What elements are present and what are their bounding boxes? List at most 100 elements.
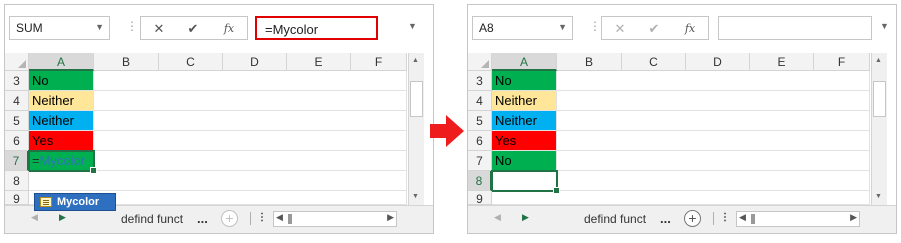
scrollbar-thumb[interactable] (410, 81, 423, 117)
column-header-a[interactable]: A (29, 53, 94, 71)
row-header[interactable]: 4 (468, 91, 492, 111)
column-header-f[interactable]: F (814, 53, 870, 71)
scroll-left-icon[interactable]: ◀ (739, 212, 746, 223)
scroll-right-icon[interactable]: ▶ (850, 212, 857, 223)
column-header-f[interactable]: F (351, 53, 407, 71)
formula-bar: SUM ▼ ⋮ ✕ ✔ fx =Mycolor ▼ (5, 5, 433, 49)
vertical-scrollbar[interactable]: ▲ ▼ (871, 53, 887, 205)
divider (713, 212, 714, 225)
row-header[interactable]: 7 (468, 151, 492, 171)
scroll-down-icon[interactable]: ▼ (875, 193, 882, 200)
sheet-tab[interactable]: defind funct (584, 212, 646, 226)
next-sheet-icon[interactable]: ▶ (522, 212, 529, 223)
empty-cells[interactable] (557, 111, 870, 131)
scroll-up-icon[interactable]: ▲ (412, 57, 419, 64)
cell-a6[interactable]: Yes (492, 131, 557, 151)
chevron-down-icon[interactable]: ▼ (880, 21, 889, 31)
sheet-tab[interactable]: defind funct (121, 212, 183, 226)
empty-cells[interactable] (492, 191, 870, 205)
scrollbar-thumb[interactable] (751, 214, 755, 224)
formula-bar-grip-icon[interactable]: ⋮ (126, 19, 138, 33)
column-header-d[interactable]: D (686, 53, 750, 71)
row-header[interactable]: 4 (5, 91, 29, 111)
empty-cells[interactable] (557, 151, 870, 171)
row-header[interactable]: 9 (5, 191, 29, 206)
chevron-down-icon[interactable]: ▼ (95, 22, 104, 32)
more-sheets-icon[interactable]: ... (197, 211, 208, 226)
row-header[interactable]: 8 (5, 171, 29, 191)
row-header[interactable]: 9 (468, 191, 492, 206)
cell-a3[interactable]: No (29, 71, 94, 91)
column-header-a[interactable]: A (492, 53, 557, 71)
row-header[interactable]: 3 (468, 71, 492, 91)
prev-sheet-icon[interactable]: ◀ (31, 212, 38, 223)
column-header-c[interactable]: C (159, 53, 223, 71)
add-sheet-icon[interactable]: + (221, 210, 238, 227)
scrollbar-thumb[interactable] (873, 81, 886, 117)
cell-a7[interactable]: No (492, 151, 557, 171)
chevron-down-icon[interactable]: ▼ (408, 21, 417, 31)
insert-function-icon[interactable]: fx (680, 22, 700, 35)
row-header-active[interactable]: 7 (5, 151, 29, 171)
split-grip-icon[interactable]: ⋮ (257, 212, 267, 223)
empty-cells[interactable] (94, 71, 407, 91)
enter-check-icon[interactable]: ✔ (183, 21, 203, 37)
column-header-b[interactable]: B (557, 53, 622, 71)
cell-a3[interactable]: No (492, 71, 557, 91)
arrow-right-icon (430, 115, 464, 147)
empty-cells[interactable] (557, 131, 870, 151)
scroll-up-icon[interactable]: ▲ (875, 57, 882, 64)
scroll-right-icon[interactable]: ▶ (387, 212, 394, 223)
row-header-active[interactable]: 8 (468, 171, 492, 191)
select-all-corner[interactable] (468, 53, 492, 71)
column-header-e[interactable]: E (750, 53, 814, 71)
horizontal-scrollbar[interactable]: ◀ ▶ (736, 211, 860, 227)
empty-cells[interactable] (94, 131, 407, 151)
row-header[interactable]: 5 (5, 111, 29, 131)
cell-a5[interactable]: Neither (492, 111, 557, 131)
cell-a6[interactable]: Yes (29, 131, 94, 151)
empty-cells[interactable] (557, 171, 870, 191)
empty-cells[interactable] (557, 91, 870, 111)
empty-cells[interactable] (94, 151, 407, 171)
insert-function-icon[interactable]: fx (219, 22, 239, 35)
horizontal-scrollbar[interactable]: ◀ ▶ (273, 211, 397, 227)
name-box[interactable]: SUM ▼ (9, 16, 110, 40)
empty-cells[interactable] (29, 171, 407, 191)
chevron-down-icon[interactable]: ▼ (558, 22, 567, 32)
row-header[interactable]: 5 (468, 111, 492, 131)
empty-cells[interactable] (94, 91, 407, 111)
cell-a4[interactable]: Neither (29, 91, 94, 111)
formula-buttons: ✕ ✔ fx (140, 16, 248, 40)
row-header[interactable]: 6 (468, 131, 492, 151)
select-all-corner[interactable] (5, 53, 29, 71)
scroll-down-icon[interactable]: ▼ (412, 193, 419, 200)
scroll-left-icon[interactable]: ◀ (276, 212, 283, 223)
add-sheet-icon[interactable]: + (684, 210, 701, 227)
more-sheets-icon[interactable]: ... (660, 211, 671, 226)
cancel-icon[interactable]: ✕ (149, 21, 169, 37)
empty-cells[interactable] (94, 111, 407, 131)
formula-input[interactable] (718, 16, 872, 40)
row-header[interactable]: 6 (5, 131, 29, 151)
column-header-b[interactable]: B (94, 53, 159, 71)
column-header-e[interactable]: E (287, 53, 351, 71)
prev-sheet-icon[interactable]: ◀ (494, 212, 501, 223)
row-header[interactable]: 3 (5, 71, 29, 91)
next-sheet-icon[interactable]: ▶ (59, 212, 66, 223)
column-header-d[interactable]: D (223, 53, 287, 71)
cell-a5[interactable]: Neither (29, 111, 94, 131)
split-grip-icon[interactable]: ⋮ (720, 212, 730, 223)
cell-a4[interactable]: Neither (492, 91, 557, 111)
formula-input[interactable]: =Mycolor (255, 16, 378, 40)
sheet-tab-bar: ◀ ▶ defind funct ... + ⋮ ◀ ▶ (468, 205, 896, 233)
scrollbar-thumb[interactable] (288, 214, 292, 224)
empty-cells[interactable] (557, 71, 870, 91)
cancel-icon[interactable]: ✕ (610, 21, 630, 37)
vertical-scrollbar[interactable]: ▲ ▼ (408, 53, 424, 205)
column-header-c[interactable]: C (622, 53, 686, 71)
function-autocomplete[interactable]: Mycolor (34, 193, 116, 211)
enter-check-icon[interactable]: ✔ (644, 21, 664, 37)
formula-bar-grip-icon[interactable]: ⋮ (589, 19, 601, 33)
name-box[interactable]: A8 ▼ (472, 16, 573, 40)
